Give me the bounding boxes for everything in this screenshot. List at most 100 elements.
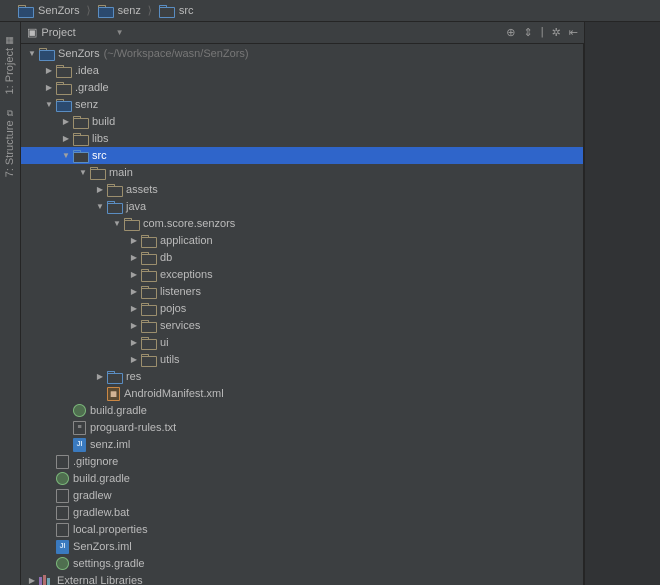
file-icon	[56, 523, 69, 537]
chevron-right-icon[interactable]: ▶	[129, 338, 139, 348]
left-tool-window-tabs: 1: Project ▦ 7: Structure⧉	[0, 22, 21, 585]
tree-row[interactable]: ▶ listeners	[21, 283, 583, 300]
chevron-right-icon[interactable]: ▶	[129, 287, 139, 297]
breadcrumb-item[interactable]: senz	[92, 2, 147, 20]
tree-item-label: local.properties	[73, 524, 148, 536]
tree-item-label: src	[92, 150, 107, 162]
tree-item-label: application	[160, 235, 213, 247]
tree-item-label: gradlew	[73, 490, 112, 502]
tree-row[interactable]: ▶libs	[21, 130, 583, 147]
chevron-right-icon[interactable]: ▶	[129, 236, 139, 246]
chevron-down-icon[interactable]: ▼	[95, 202, 105, 212]
tree-row[interactable]: ▼ senz	[21, 96, 583, 113]
folder-icon	[141, 269, 156, 281]
tree-row[interactable]: local.properties	[21, 521, 583, 538]
collapse-all-icon[interactable]: ⇕	[523, 26, 532, 39]
project-panel-header: ▣ Project ▼ ⊕ ⇕ | ✲ ⇤	[21, 22, 584, 44]
tree-row[interactable]: build.gradle	[21, 402, 583, 419]
tree-row[interactable]: ▶utils	[21, 351, 583, 368]
tree-row[interactable]: ▶pojos	[21, 300, 583, 317]
tree-row[interactable]: ▼ src	[21, 147, 583, 164]
tree-row[interactable]: ▶.gradle	[21, 79, 583, 96]
file-icon	[56, 455, 69, 469]
folder-icon	[56, 82, 71, 94]
folder-icon	[98, 5, 113, 17]
tree-row[interactable]: ▼java	[21, 198, 583, 215]
chevron-right-icon[interactable]: ▶	[61, 117, 71, 127]
chevron-down-icon: ▼	[116, 28, 124, 37]
tree-item-label: senz	[75, 99, 98, 111]
tool-window-tab[interactable]: 7: Structure⧉	[2, 104, 18, 183]
tree-row[interactable]: ▶.idea	[21, 62, 583, 79]
scroll-to-source-icon[interactable]: ⊕	[506, 26, 515, 39]
tree-row[interactable]: ▶db	[21, 249, 583, 266]
tree-row[interactable]: JISenZors.iml	[21, 538, 583, 555]
tree-row[interactable]: .gitignore	[21, 453, 583, 470]
tool-window-tab[interactable]: 1: Project ▦	[2, 28, 18, 100]
chevron-down-icon[interactable]: ▼	[44, 100, 54, 110]
tree-row[interactable]: ▶ build	[21, 113, 583, 130]
tree-item-path: (~/Workspace/wasn/SenZors)	[104, 48, 249, 60]
chevron-right-icon[interactable]: ▶	[44, 66, 54, 76]
hide-icon[interactable]: ⇤	[569, 26, 578, 39]
tree-row[interactable]: build.gradle	[21, 470, 583, 487]
tree-item-label: listeners	[160, 286, 201, 298]
chevron-right-icon[interactable]: ▶	[27, 576, 37, 585]
tree-row[interactable]: ▦AndroidManifest.xml	[21, 385, 583, 402]
tree-row[interactable]: ≡proguard-rules.txt	[21, 419, 583, 436]
tree-item-label: build	[92, 116, 115, 128]
tree-row[interactable]: ▼com.score.senzors	[21, 215, 583, 232]
tree-row[interactable]: ▶ assets	[21, 181, 583, 198]
chevron-down-icon[interactable]: ▼	[112, 219, 122, 229]
iml-file-icon: JI	[73, 438, 86, 452]
chevron-right-icon[interactable]: ▶	[129, 304, 139, 314]
folder-icon	[107, 201, 122, 213]
folder-icon	[141, 320, 156, 332]
tree-item-label: .gitignore	[73, 456, 118, 468]
tree-row[interactable]: gradlew	[21, 487, 583, 504]
folder-icon	[73, 150, 88, 162]
tree-item-label: SenZors.iml	[73, 541, 132, 553]
tree-row[interactable]: ▼SenZors(~/Workspace/wasn/SenZors)	[21, 45, 583, 62]
tree-item-label: assets	[126, 184, 158, 196]
chevron-right-icon[interactable]: ▶	[129, 253, 139, 263]
tab-icon: ▦	[5, 34, 15, 44]
tree-row[interactable]: JIsenz.iml	[21, 436, 583, 453]
chevron-right-icon[interactable]: ▶	[95, 372, 105, 382]
tree-row[interactable]: ▶ application	[21, 232, 583, 249]
gear-icon[interactable]: ✲	[552, 26, 561, 39]
breadcrumb-item[interactable]: SenZors	[12, 2, 86, 20]
breadcrumb-item[interactable]: src	[153, 2, 200, 20]
tab-label: 1: Project	[4, 48, 16, 94]
folder-icon	[73, 133, 88, 145]
chevron-down-icon[interactable]: ▼	[61, 151, 71, 161]
tree-row[interactable]: ▶services	[21, 317, 583, 334]
chevron-right-icon[interactable]: ▶	[44, 83, 54, 93]
tab-icon: ⧉	[7, 109, 13, 119]
chevron-right-icon[interactable]: ▶	[129, 270, 139, 280]
chevron-right-icon[interactable]: ▶	[61, 134, 71, 144]
chevron-down-icon[interactable]: ▼	[78, 168, 88, 178]
tree-row[interactable]: settings.gradle	[21, 555, 583, 572]
folder-icon	[107, 184, 122, 196]
tree-item-label: main	[109, 167, 133, 179]
tree-row[interactable]: ▶External Libraries	[21, 572, 583, 585]
gradle-icon	[56, 472, 69, 485]
folder-icon	[141, 286, 156, 298]
chevron-right-icon[interactable]: ▶	[129, 321, 139, 331]
tree-row[interactable]: gradlew.bat	[21, 504, 583, 521]
project-tree[interactable]: ▼SenZors(~/Workspace/wasn/SenZors)▶.idea…	[21, 44, 584, 585]
file-icon	[56, 506, 69, 520]
folder-icon	[141, 354, 156, 366]
tree-item-label: proguard-rules.txt	[90, 422, 176, 434]
project-view-selector[interactable]: ▣ Project ▼	[27, 26, 506, 39]
chevron-right-icon[interactable]: ▶	[129, 355, 139, 365]
tree-row[interactable]: ▶exceptions	[21, 266, 583, 283]
folder-icon	[18, 5, 33, 17]
tree-row[interactable]: ▶res	[21, 368, 583, 385]
tree-row[interactable]: ▶ui	[21, 334, 583, 351]
chevron-down-icon[interactable]: ▼	[27, 49, 37, 59]
manifest-file-icon: ▦	[107, 387, 120, 401]
tree-row[interactable]: ▼ main	[21, 164, 583, 181]
chevron-right-icon[interactable]: ▶	[95, 185, 105, 195]
